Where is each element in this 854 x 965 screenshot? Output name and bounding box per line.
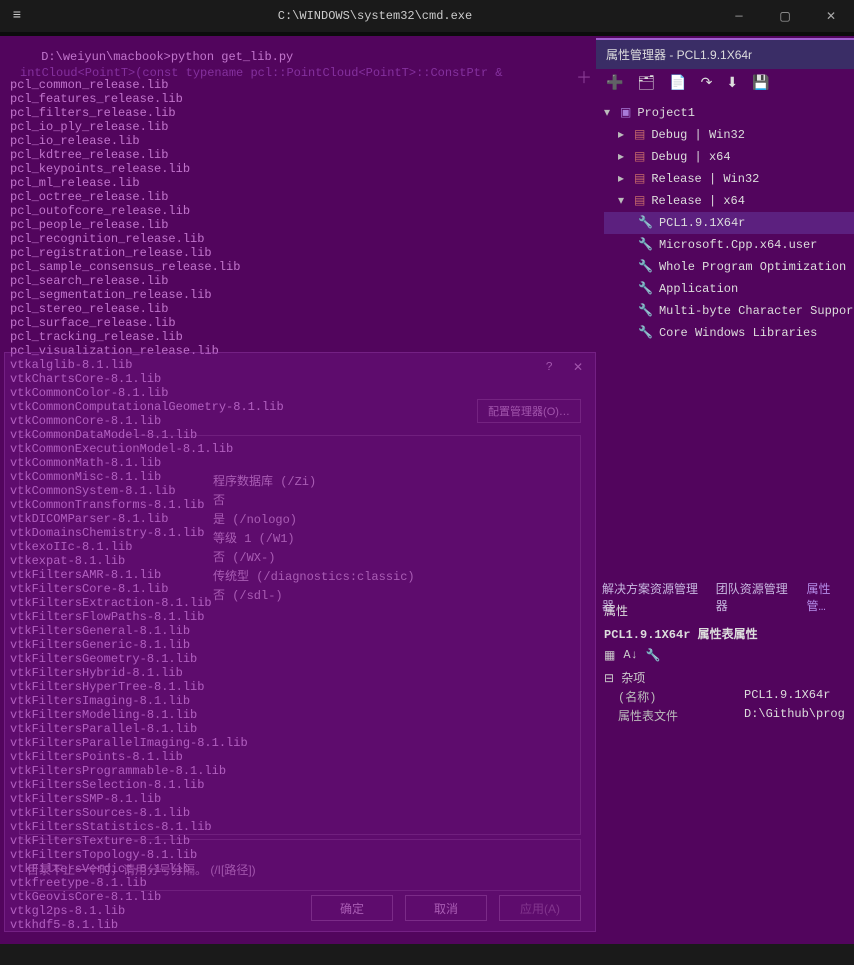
toolbar-icon[interactable]: ↷ [701,75,713,92]
properties-category[interactable]: ⊟ 杂项 [604,669,846,686]
property-pages-dialog: ? ✕ 配置管理器(O)… 程序数据库 (/Zi)否是 (/nologo)等级 … [4,352,596,932]
close-button[interactable]: ✕ [808,0,854,32]
properties-pane: 属性 PCL1.9.1X64r 属性表属性 ▦ A↓ 🔧 ⊟ 杂项 (名称)PC… [596,596,854,730]
dialog-option-value[interactable]: 是 (/nologo) [213,511,415,529]
property-manager-title[interactable]: 属性管理器 - PCL1.9.1X64r [596,38,854,69]
prop-value[interactable]: D:\Github\prog [744,707,845,724]
tree-property-sheet[interactable]: 🔧Multi-byte Character Support [604,300,854,322]
dialog-option-value[interactable]: 等级 1 (/W1) [213,530,415,548]
prop-key: 属性表文件 [604,707,744,724]
dialog-option-value[interactable]: 否 [213,492,415,510]
properties-header: 属性 [604,602,846,619]
cmd-prompt: D:\weiyun\macbook>python get_lib.py [41,50,293,64]
cmd-titlebar[interactable]: ≡ C:\WINDOWS\system32\cmd.exe — ▢ ✕ [0,0,854,32]
config-manager-button[interactable]: 配置管理器(O)… [477,399,581,423]
dialog-close-icon[interactable]: ✕ [573,360,583,375]
tree-config[interactable]: ▸▤Debug | Win32 [604,124,854,146]
property-manager-toolbar: ➕ 🗂 📄 ↷ ⬇ 💾 [596,69,854,98]
tree-property-sheet[interactable]: 🔧PCL1.9.1X64r [604,212,854,234]
tree-config[interactable]: ▸▤Release | Win32 [604,168,854,190]
property-row: 属性表文件D:\Github\prog [604,707,846,724]
property-row: (名称)PCL1.9.1X64r [604,688,846,705]
toolbar-icon[interactable]: 🗂 [637,75,655,92]
toolbar-icon[interactable]: ➕ [606,75,623,92]
tree-property-sheet[interactable]: 🔧Whole Program Optimization [604,256,854,278]
alphabetical-icon[interactable]: A↓ [623,648,637,663]
tree-property-sheet[interactable]: 🔧Application [604,278,854,300]
cancel-button[interactable]: 取消 [405,895,487,921]
tree-config[interactable]: ▾▤Release | x64 [604,190,854,212]
gutter-plus-icon[interactable]: ＋ [576,64,592,88]
prop-key: (名称) [604,688,744,705]
dialog-option-value[interactable]: 传统型 (/diagnostics:classic) [213,568,415,586]
dialog-option-value[interactable]: 否 (/sdl-) [213,587,415,605]
dialog-option-values: 程序数据库 (/Zi)否是 (/nologo)等级 1 (/W1)否 (/WX-… [213,473,415,606]
categorized-icon[interactable]: ▦ [604,648,615,663]
tree-project[interactable]: ▾▣Project1 [604,102,854,124]
tree-property-sheet[interactable]: 🔧Core Windows Libraries [604,322,854,344]
tree-property-sheet[interactable]: 🔧Microsoft.Cpp.x64.user [604,234,854,256]
prop-value[interactable]: PCL1.9.1X64r [744,688,830,705]
maximize-button[interactable]: ▢ [762,0,808,32]
dialog-option-value[interactable]: 否 (/WX-) [213,549,415,567]
hamburger-icon[interactable]: ≡ [0,8,34,24]
cmd-title: C:\WINDOWS\system32\cmd.exe [34,9,716,23]
apply-button[interactable]: 应用(A) [499,895,581,921]
minimize-button[interactable]: — [716,0,762,32]
dialog-hint-text: 目录不止一个时，请用分号分隔。 (/I[路径]) [27,861,256,878]
toolbar-icon[interactable]: 💾 [752,75,769,92]
ok-button[interactable]: 确定 [311,895,393,921]
toolbar-icon[interactable]: ⬇ [726,75,738,92]
wrench-icon[interactable]: 🔧 [646,648,661,663]
properties-object: PCL1.9.1X64r 属性表属性 [604,625,846,642]
property-manager-tree: ▾▣Project1▸▤Debug | Win32▸▤Debug | x64▸▤… [596,98,854,344]
property-manager-panel: 属性管理器 - PCL1.9.1X64r ➕🗂📄↷⬇💾 ▾▣Project1▸▤… [596,38,854,578]
dialog-option-value[interactable]: 程序数据库 (/Zi) [213,473,415,491]
help-icon[interactable]: ? [546,360,553,374]
toolbar-icon[interactable]: 📄 [669,75,686,92]
tree-config[interactable]: ▸▤Debug | x64 [604,146,854,168]
